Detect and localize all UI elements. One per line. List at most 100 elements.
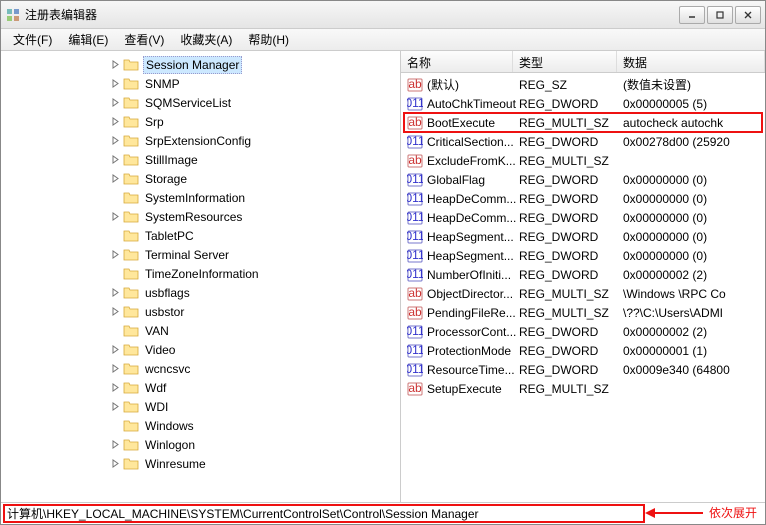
tree-item[interactable]: SystemInformation xyxy=(1,188,400,207)
tree-item[interactable]: TabletPC xyxy=(1,226,400,245)
value-row[interactable]: 011ResourceTime...REG_DWORD0x0009e340 (6… xyxy=(401,360,765,379)
expander-icon[interactable] xyxy=(109,287,121,299)
value-row[interactable]: 011HeapSegment...REG_DWORD0x00000000 (0) xyxy=(401,246,765,265)
tree-item-label: Storage xyxy=(143,171,189,187)
value-row[interactable]: 011HeapDeComm...REG_DWORD0x00000000 (0) xyxy=(401,189,765,208)
value-row[interactable]: abSetupExecuteREG_MULTI_SZ xyxy=(401,379,765,398)
expander-icon[interactable] xyxy=(109,344,121,356)
expander-icon[interactable] xyxy=(109,154,121,166)
value-row[interactable]: 011HeapDeComm...REG_DWORD0x00000000 (0) xyxy=(401,208,765,227)
value-row[interactable]: 011HeapSegment...REG_DWORD0x00000000 (0) xyxy=(401,227,765,246)
tree-item[interactable]: Winresume xyxy=(1,454,400,473)
svg-text:011: 011 xyxy=(407,96,423,110)
tree-item[interactable]: WDI xyxy=(1,397,400,416)
expander-icon[interactable] xyxy=(109,116,121,128)
tree-item[interactable]: usbstor xyxy=(1,302,400,321)
tree-item[interactable]: Video xyxy=(1,340,400,359)
menu-view[interactable]: 查看(V) xyxy=(116,29,172,50)
value-row[interactable]: 011AutoChkTimeoutREG_DWORD0x00000005 (5) xyxy=(401,94,765,113)
folder-icon xyxy=(123,191,139,205)
column-header-data[interactable]: 数据 xyxy=(617,51,765,72)
expander-icon[interactable] xyxy=(109,306,121,318)
binary-value-icon: 011 xyxy=(407,324,423,340)
tree-item[interactable]: usbflags xyxy=(1,283,400,302)
folder-icon xyxy=(123,438,139,452)
titlebar[interactable]: 注册表编辑器 xyxy=(1,1,765,29)
value-row[interactable]: 011ProcessorCont...REG_DWORD0x00000002 (… xyxy=(401,322,765,341)
value-row[interactable]: ab(默认)REG_SZ(数值未设置) xyxy=(401,75,765,94)
tree-item[interactable]: StillImage xyxy=(1,150,400,169)
folder-icon xyxy=(123,457,139,471)
tree-pane[interactable]: Session ManagerSNMP SQMServiceListSrp SrpE… xyxy=(1,51,401,502)
menu-file[interactable]: 文件(F) xyxy=(5,29,60,50)
expander-icon[interactable] xyxy=(109,401,121,413)
expander-icon[interactable] xyxy=(109,458,121,470)
tree-item[interactable]: Srp xyxy=(1,112,400,131)
tree-item[interactable]: SystemResources xyxy=(1,207,400,226)
value-name-cell: abSetupExecute xyxy=(405,381,517,397)
folder-icon xyxy=(123,381,139,395)
value-row[interactable]: 011ProtectionModeREG_DWORD0x00000001 (1) xyxy=(401,341,765,360)
tree-item-label: SrpExtensionConfig xyxy=(143,133,253,149)
column-header-name[interactable]: 名称 xyxy=(401,51,513,72)
value-row[interactable]: 011GlobalFlagREG_DWORD0x00000000 (0) xyxy=(401,170,765,189)
tree-item[interactable]: SrpExtensionConfig xyxy=(1,131,400,150)
tree-item[interactable]: SQMServiceList xyxy=(1,93,400,112)
value-row[interactable]: abPendingFileRe...REG_MULTI_SZ\??\C:\Use… xyxy=(401,303,765,322)
value-row[interactable]: abObjectDirector...REG_MULTI_SZ\Windows … xyxy=(401,284,765,303)
list-pane[interactable]: 名称 类型 数据 ab(默认)REG_SZ(数值未设置)011AutoChkTi… xyxy=(401,51,765,502)
tree-item[interactable]: TimeZoneInformation xyxy=(1,264,400,283)
value-row[interactable]: abBootExecuteREG_MULTI_SZautocheck autoc… xyxy=(401,113,765,132)
expander-icon[interactable] xyxy=(109,59,121,71)
menu-edit[interactable]: 编辑(E) xyxy=(60,29,116,50)
expander-icon[interactable] xyxy=(109,363,121,375)
column-header-type[interactable]: 类型 xyxy=(513,51,617,72)
tree-item[interactable]: Storage xyxy=(1,169,400,188)
expander-icon[interactable] xyxy=(109,382,121,394)
tree-item[interactable]: Terminal Server xyxy=(1,245,400,264)
value-name-cell: 011ProtectionMode xyxy=(405,343,517,359)
tree-item-label: usbflags xyxy=(143,285,192,301)
tree-item-label: Windows xyxy=(143,418,196,434)
expander-icon[interactable] xyxy=(109,78,121,90)
value-name: BootExecute xyxy=(427,116,495,130)
tree-item-label: TimeZoneInformation xyxy=(143,266,261,282)
expander-icon[interactable] xyxy=(109,135,121,147)
menu-favorites[interactable]: 收藏夹(A) xyxy=(172,29,240,50)
value-type: REG_DWORD xyxy=(517,249,621,263)
expander-icon[interactable] xyxy=(109,173,121,185)
tree-item[interactable]: Winlogon xyxy=(1,435,400,454)
expander-icon[interactable] xyxy=(109,439,121,451)
tree-item-label: SystemInformation xyxy=(143,190,247,206)
tree-item[interactable]: Session Manager xyxy=(1,55,400,74)
value-name: HeapSegment... xyxy=(427,249,514,263)
tree-item[interactable]: wcncsvc xyxy=(1,359,400,378)
value-type: REG_DWORD xyxy=(517,192,621,206)
value-type: REG_DWORD xyxy=(517,97,621,111)
value-row[interactable]: 011CriticalSection...REG_DWORD0x00278d00… xyxy=(401,132,765,151)
value-name: ProcessorCont... xyxy=(427,325,516,339)
binary-value-icon: 011 xyxy=(407,172,423,188)
expander-icon xyxy=(109,268,121,280)
expander-icon[interactable] xyxy=(109,211,121,223)
menu-help[interactable]: 帮助(H) xyxy=(240,29,297,50)
close-button[interactable] xyxy=(735,6,761,24)
value-name-cell: 011HeapSegment... xyxy=(405,229,517,245)
expander-icon[interactable] xyxy=(109,249,121,261)
tree-item-label: SystemResources xyxy=(143,209,244,225)
value-row[interactable]: 011NumberOfIniti...REG_DWORD0x00000002 (… xyxy=(401,265,765,284)
value-type: REG_DWORD xyxy=(517,268,621,282)
tree-item-label: VAN xyxy=(143,323,171,339)
tree-item[interactable]: SNMP xyxy=(1,74,400,93)
value-name: HeapDeComm... xyxy=(427,192,516,206)
minimize-button[interactable] xyxy=(679,6,705,24)
tree-item[interactable]: VAN xyxy=(1,321,400,340)
value-row[interactable]: abExcludeFromK...REG_MULTI_SZ xyxy=(401,151,765,170)
tree-item[interactable]: Wdf xyxy=(1,378,400,397)
tree-item[interactable]: Windows xyxy=(1,416,400,435)
maximize-button[interactable] xyxy=(707,6,733,24)
tree-item-label: SQMServiceList xyxy=(143,95,233,111)
svg-text:011: 011 xyxy=(407,134,423,148)
folder-icon xyxy=(123,153,139,167)
expander-icon[interactable] xyxy=(109,97,121,109)
